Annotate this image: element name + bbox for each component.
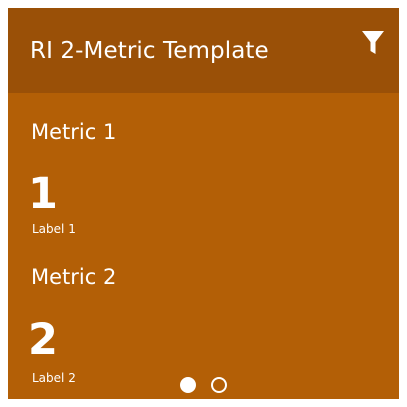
metric-1-name: Metric 1: [31, 120, 117, 144]
page-indicator: [180, 377, 227, 393]
metric-1-label: Label 1: [32, 222, 76, 236]
metric-1-value: 1: [28, 169, 58, 219]
filter-button[interactable]: [360, 29, 386, 57]
page-dot-2[interactable]: [211, 377, 227, 393]
tile-title: RI 2-Metric Template: [30, 38, 269, 64]
filter-icon: [362, 31, 384, 54]
metric-tile: RI 2-Metric Template Metric 1 1 Label 1 …: [8, 8, 399, 399]
metric-2-name: Metric 2: [31, 265, 117, 289]
tile-header: RI 2-Metric Template: [8, 8, 399, 93]
page-dot-1[interactable]: [180, 377, 196, 393]
metric-2-value: 2: [28, 315, 58, 365]
metric-2-label: Label 2: [32, 371, 76, 385]
